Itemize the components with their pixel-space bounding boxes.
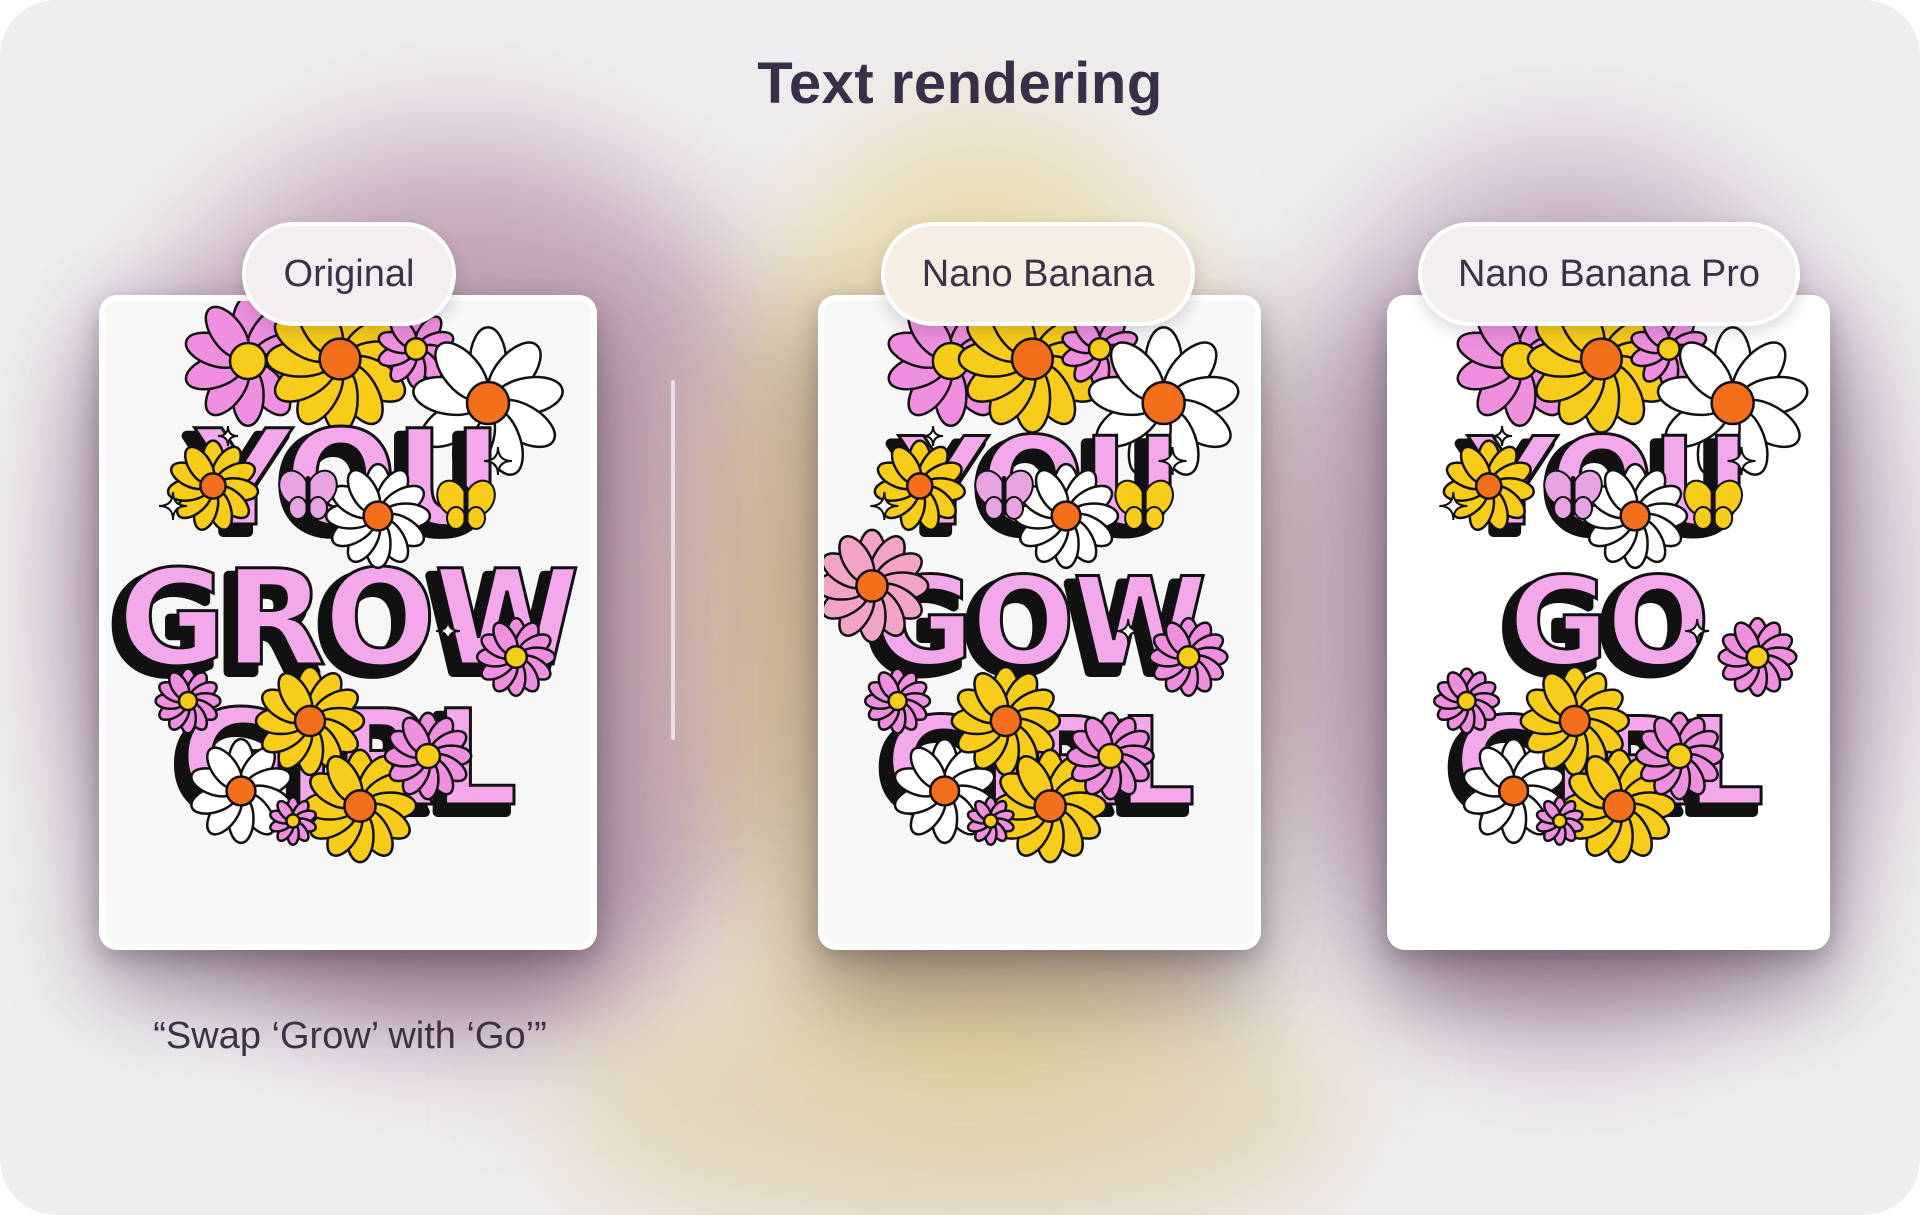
page-title: Text rendering xyxy=(757,51,1163,116)
background-glow xyxy=(550,950,1350,1215)
poster-artwork: YOUYOUGOGOGIRLGIRL xyxy=(1432,301,1809,864)
poster-image: YOUYOUGOGOGIRLGIRL xyxy=(1393,301,1824,944)
poster-artwork: YOUYOUGROWGROWGIRLGIRL xyxy=(105,301,581,864)
poster-image: YOUYOUGOWGOWGIRLGIRL xyxy=(824,301,1255,944)
divider xyxy=(671,380,675,740)
poster-image: YOUYOUGROWGROWGIRLGIRL xyxy=(105,301,591,944)
label-nano-banana: Nano Banana xyxy=(881,222,1195,326)
canvas: Text rendering YOUYOUGROWGROWGIRLGIRL Or… xyxy=(0,0,1920,1215)
label-nano-banana-pro: Nano Banana Pro xyxy=(1418,222,1800,326)
edit-prompt: “Swap ‘Grow’ with ‘Go’” xyxy=(153,1015,547,1057)
label-original: Original xyxy=(242,222,456,326)
original-image-card: YOUYOUGROWGROWGIRLGIRL xyxy=(99,295,597,950)
flower-icon xyxy=(1717,616,1798,698)
poster-text-line: GO xyxy=(1509,551,1708,693)
poster-artwork: YOUYOUGOWGOWGIRLGIRL xyxy=(824,301,1240,864)
nano-banana-pro-image-card: YOUYOUGOGOGIRLGIRL xyxy=(1387,295,1830,950)
nano-banana-image-card: YOUYOUGOWGOWGIRLGIRL xyxy=(818,295,1261,950)
